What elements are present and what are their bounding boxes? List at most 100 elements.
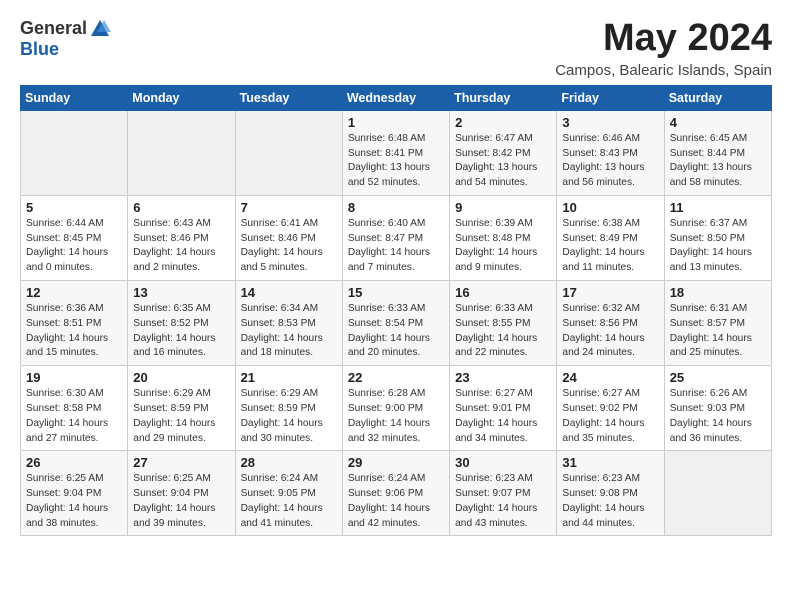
title-block: May 2024 Campos, Balearic Islands, Spain — [555, 18, 772, 79]
day-info: Sunrise: 6:43 AMSunset: 8:46 PMDaylight:… — [133, 217, 229, 276]
day-number: 11 — [670, 200, 766, 215]
day-info: Sunrise: 6:31 AMSunset: 8:57 PMDaylight:… — [670, 302, 766, 361]
day-number: 19 — [26, 370, 122, 385]
day-info: Sunrise: 6:44 AMSunset: 8:45 PMDaylight:… — [26, 217, 122, 276]
calendar-day-cell: 5Sunrise: 6:44 AMSunset: 8:45 PMDaylight… — [21, 195, 128, 280]
day-info: Sunrise: 6:26 AMSunset: 9:03 PMDaylight:… — [670, 387, 766, 446]
weekday-header-friday: Friday — [557, 85, 664, 110]
day-number: 7 — [241, 200, 337, 215]
day-info: Sunrise: 6:39 AMSunset: 8:48 PMDaylight:… — [455, 217, 551, 276]
calendar-day-cell: 30 Sunrise: 6:23 AMSunset: 9:07 PMDayligh… — [450, 451, 557, 536]
calendar-day-cell: 15Sunrise: 6:33 AMSunset: 8:54 PMDayligh… — [342, 281, 449, 366]
calendar-day-cell: 19 Sunrise: 6:30 AMSunset: 8:58 PMDayligh… — [21, 366, 128, 451]
weekday-header-sunday: Sunday — [21, 85, 128, 110]
calendar-day-cell: 8 Sunrise: 6:40 AMSunset: 8:47 PMDaylight… — [342, 195, 449, 280]
day-info: Sunrise: 6:29 AMSunset: 8:59 PMDaylight:… — [133, 387, 229, 446]
calendar-day-cell: 10 Sunrise: 6:38 AMSunset: 8:49 PMDayligh… — [557, 195, 664, 280]
day-number: 31 — [562, 455, 658, 470]
day-number: 8 — [348, 200, 444, 215]
day-number: 26 — [26, 455, 122, 470]
weekday-header-saturday: Saturday — [664, 85, 771, 110]
weekday-header-wednesday: Wednesday — [342, 85, 449, 110]
calendar-week-row: 1 Sunrise: 6:48 AMSunset: 8:41 PMDaylight… — [21, 110, 772, 195]
day-info: Sunrise: 6:24 AMSunset: 9:05 PMDaylight:… — [241, 472, 337, 531]
calendar-day-cell: 29Sunrise: 6:24 AMSunset: 9:06 PMDayligh… — [342, 451, 449, 536]
day-number: 3 — [562, 115, 658, 130]
calendar-day-cell: 20Sunrise: 6:29 AMSunset: 8:59 PMDayligh… — [128, 366, 235, 451]
day-number: 10 — [562, 200, 658, 215]
weekday-header-monday: Monday — [128, 85, 235, 110]
header: General Blue May 2024 Campos, Balearic I… — [20, 18, 772, 79]
day-number: 28 — [241, 455, 337, 470]
day-number: 30 — [455, 455, 551, 470]
calendar-day-cell: 2Sunrise: 6:47 AMSunset: 8:42 PMDaylight… — [450, 110, 557, 195]
day-info: Sunrise: 6:23 AMSunset: 9:07 PMDaylight:… — [455, 472, 551, 531]
calendar-day-cell: 16 Sunrise: 6:33 AMSunset: 8:55 PMDayligh… — [450, 281, 557, 366]
day-number: 17 — [562, 285, 658, 300]
day-number: 14 — [241, 285, 337, 300]
day-number: 16 — [455, 285, 551, 300]
calendar-week-row: 5Sunrise: 6:44 AMSunset: 8:45 PMDaylight… — [21, 195, 772, 280]
weekday-header-row: SundayMondayTuesdayWednesdayThursdayFrid… — [21, 85, 772, 110]
day-info: Sunrise: 6:25 AMSunset: 9:04 PMDaylight:… — [133, 472, 229, 531]
day-info: Sunrise: 6:27 AMSunset: 9:01 PMDaylight:… — [455, 387, 551, 446]
calendar-day-cell: 7Sunrise: 6:41 AMSunset: 8:46 PMDaylight… — [235, 195, 342, 280]
day-info: Sunrise: 6:40 AMSunset: 8:47 PMDaylight:… — [348, 217, 444, 276]
day-info: Sunrise: 6:28 AMSunset: 9:00 PMDaylight:… — [348, 387, 444, 446]
logo-general: General — [20, 19, 87, 39]
day-number: 24 — [562, 370, 658, 385]
calendar-day-cell: 17Sunrise: 6:32 AMSunset: 8:56 PMDayligh… — [557, 281, 664, 366]
calendar-week-row: 26 Sunrise: 6:25 AMSunset: 9:04 PMDayligh… — [21, 451, 772, 536]
calendar-day-cell: 21 Sunrise: 6:29 AMSunset: 8:59 PMDayligh… — [235, 366, 342, 451]
day-info: Sunrise: 6:45 AMSunset: 8:44 PMDaylight:… — [670, 132, 766, 191]
calendar-day-cell: 18 Sunrise: 6:31 AMSunset: 8:57 PMDayligh… — [664, 281, 771, 366]
calendar-day-cell: 12 Sunrise: 6:36 AMSunset: 8:51 PMDayligh… — [21, 281, 128, 366]
calendar-day-cell: 9 Sunrise: 6:39 AMSunset: 8:48 PMDaylight… — [450, 195, 557, 280]
day-number: 23 — [455, 370, 551, 385]
day-info: Sunrise: 6:36 AMSunset: 8:51 PMDaylight:… — [26, 302, 122, 361]
day-number: 4 — [670, 115, 766, 130]
calendar-day-cell — [128, 110, 235, 195]
day-info: Sunrise: 6:38 AMSunset: 8:49 PMDaylight:… — [562, 217, 658, 276]
day-info: Sunrise: 6:23 AMSunset: 9:08 PMDaylight:… — [562, 472, 658, 531]
calendar-title: May 2024 — [555, 18, 772, 60]
day-number: 12 — [26, 285, 122, 300]
day-number: 9 — [455, 200, 551, 215]
calendar-day-cell: 14Sunrise: 6:34 AMSunset: 8:53 PMDayligh… — [235, 281, 342, 366]
day-info: Sunrise: 6:33 AMSunset: 8:55 PMDaylight:… — [455, 302, 551, 361]
calendar-day-cell — [21, 110, 128, 195]
day-number: 6 — [133, 200, 229, 215]
logo: General Blue — [20, 18, 111, 60]
day-number: 29 — [348, 455, 444, 470]
day-info: Sunrise: 6:48 AMSunset: 8:41 PMDaylight:… — [348, 132, 444, 191]
calendar-day-cell — [235, 110, 342, 195]
day-number: 27 — [133, 455, 229, 470]
day-info: Sunrise: 6:37 AMSunset: 8:50 PMDaylight:… — [670, 217, 766, 276]
day-number: 22 — [348, 370, 444, 385]
calendar-day-cell: 22 Sunrise: 6:28 AMSunset: 9:00 PMDayligh… — [342, 366, 449, 451]
calendar-day-cell: 26 Sunrise: 6:25 AMSunset: 9:04 PMDayligh… — [21, 451, 128, 536]
day-info: Sunrise: 6:29 AMSunset: 8:59 PMDaylight:… — [241, 387, 337, 446]
day-info: Sunrise: 6:30 AMSunset: 8:58 PMDaylight:… — [26, 387, 122, 446]
calendar-day-cell: 6 Sunrise: 6:43 AMSunset: 8:46 PMDaylight… — [128, 195, 235, 280]
calendar-day-cell: 27 Sunrise: 6:25 AMSunset: 9:04 PMDayligh… — [128, 451, 235, 536]
weekday-header-tuesday: Tuesday — [235, 85, 342, 110]
calendar-day-cell: 31 Sunrise: 6:23 AMSunset: 9:08 PMDayligh… — [557, 451, 664, 536]
day-info: Sunrise: 6:27 AMSunset: 9:02 PMDaylight:… — [562, 387, 658, 446]
day-number: 18 — [670, 285, 766, 300]
calendar-day-cell: 4 Sunrise: 6:45 AMSunset: 8:44 PMDaylight… — [664, 110, 771, 195]
calendar-table: SundayMondayTuesdayWednesdayThursdayFrid… — [20, 85, 772, 537]
calendar-day-cell: 23 Sunrise: 6:27 AMSunset: 9:01 PMDayligh… — [450, 366, 557, 451]
calendar-day-cell: 28 Sunrise: 6:24 AMSunset: 9:05 PMDayligh… — [235, 451, 342, 536]
page: General Blue May 2024 Campos, Balearic I… — [0, 0, 792, 554]
day-number: 15 — [348, 285, 444, 300]
calendar-location: Campos, Balearic Islands, Spain — [555, 62, 772, 79]
day-number: 1 — [348, 115, 444, 130]
day-info: Sunrise: 6:25 AMSunset: 9:04 PMDaylight:… — [26, 472, 122, 531]
day-number: 13 — [133, 285, 229, 300]
calendar-day-cell: 11 Sunrise: 6:37 AMSunset: 8:50 PMDayligh… — [664, 195, 771, 280]
day-info: Sunrise: 6:47 AMSunset: 8:42 PMDaylight:… — [455, 132, 551, 191]
logo-blue: Blue — [20, 40, 59, 60]
calendar-day-cell — [664, 451, 771, 536]
day-number: 21 — [241, 370, 337, 385]
